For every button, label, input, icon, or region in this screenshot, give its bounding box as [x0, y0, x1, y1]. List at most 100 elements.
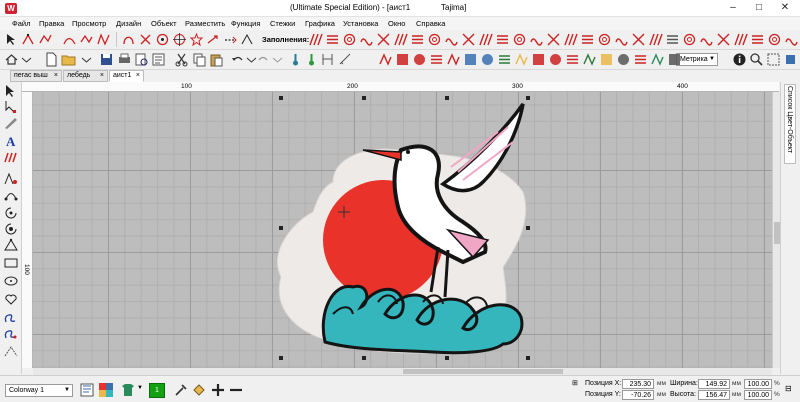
star-fill-icon[interactable] [631, 32, 646, 47]
stitch-angles-icon[interactable] [3, 344, 19, 358]
zoom-icon[interactable] [749, 52, 764, 67]
colorway-edit-icon[interactable] [79, 382, 95, 398]
trim-icon-icon[interactable] [599, 52, 614, 67]
polyline-icon[interactable] [96, 32, 111, 47]
rectangle-icon[interactable] [3, 256, 19, 270]
menu-window[interactable]: Окно [388, 17, 405, 30]
stitch-style-a-icon[interactable] [378, 52, 393, 67]
stipple-fill-icon[interactable] [461, 32, 476, 47]
fancy-fill-icon[interactable] [512, 32, 527, 47]
ring-fill-icon[interactable] [648, 32, 663, 47]
appliqué-icon[interactable] [514, 52, 529, 67]
scale-height-field[interactable]: 100.00 [744, 390, 772, 400]
fit-view-icon[interactable] [783, 52, 798, 67]
thread-chart-icon[interactable] [120, 382, 136, 398]
select-arrow-icon[interactable] [3, 84, 19, 98]
close-icon[interactable]: ✕ [772, 0, 798, 16]
target-icon[interactable] [172, 32, 187, 47]
current-color-swatch[interactable]: 1 [149, 383, 165, 398]
height-field[interactable]: 156.47 [698, 390, 730, 400]
stitch-style-c-icon[interactable] [412, 52, 427, 67]
run-fill-icon[interactable] [750, 32, 765, 47]
open-folder-icon[interactable] [61, 52, 76, 67]
wave-fill-icon[interactable] [410, 32, 425, 47]
photo-stitch-icon[interactable] [633, 52, 648, 67]
width-field[interactable]: 149.92 [698, 379, 730, 389]
menu-arrange[interactable]: Разместить [185, 17, 225, 30]
jagged-fill-icon[interactable] [546, 32, 561, 47]
menu-help[interactable]: Справка [416, 17, 445, 30]
undo-icon[interactable] [230, 52, 245, 67]
thread-dropdown-icon[interactable]: ▼ [137, 385, 143, 391]
text-lettering-icon[interactable]: A [3, 134, 19, 148]
petal-fill-icon[interactable] [716, 32, 731, 47]
puff-icon-icon[interactable] [531, 52, 546, 67]
pointer-icon[interactable] [4, 32, 19, 47]
program-fill-icon[interactable] [342, 32, 357, 47]
stitch-style-e-icon[interactable] [446, 52, 461, 67]
redo-icon[interactable] [256, 52, 271, 67]
scale-width-field[interactable]: 100.00 [744, 379, 772, 389]
input-c-icon[interactable] [3, 206, 19, 220]
tab-lebed[interactable]: лебедь × [63, 70, 108, 82]
column-icon[interactable] [138, 32, 153, 47]
radial-fill-icon[interactable] [359, 32, 374, 47]
save-icon[interactable] [99, 52, 114, 67]
polygon-icon[interactable] [3, 238, 19, 252]
stitch-player-icon[interactable] [288, 52, 303, 67]
ripple-fill-icon[interactable] [784, 32, 799, 47]
tab-pegas[interactable]: пегас выш × [10, 70, 62, 82]
color-object-list-tab[interactable]: Список Цвет-Объект [784, 84, 796, 164]
paste-icon[interactable] [209, 52, 224, 67]
complex-fill-icon[interactable] [3, 222, 19, 236]
curve-tool-icon[interactable] [62, 32, 77, 47]
menu-view[interactable]: Просмотр [72, 17, 106, 30]
zoom-box-icon[interactable] [766, 52, 781, 67]
frame-out-icon[interactable] [650, 52, 665, 67]
stitch-style-d-icon[interactable] [429, 52, 444, 67]
input-b-icon[interactable] [3, 188, 19, 202]
hoop-icon[interactable] [320, 52, 335, 67]
fill-bucket-icon[interactable] [191, 382, 207, 398]
horizontal-scroll-thumb[interactable] [403, 369, 563, 374]
chenille-icon[interactable] [548, 52, 563, 67]
tab-aist1[interactable]: аист1 × [109, 70, 144, 82]
color-blend-icon[interactable] [667, 52, 682, 67]
crescent-fill-icon[interactable] [563, 32, 578, 47]
proportional-lock-icon[interactable]: ⊟ [785, 384, 795, 396]
cross-stitch-fill-icon[interactable] [733, 32, 748, 47]
stitch-style-b-icon[interactable] [395, 52, 410, 67]
chain-fill-icon[interactable] [597, 32, 612, 47]
monogram-icon[interactable] [3, 150, 19, 164]
print-preview-icon[interactable] [134, 52, 149, 67]
colorway-select[interactable]: Colorway 1 ▼ [5, 384, 73, 397]
heart-shape-icon[interactable] [3, 292, 19, 306]
info-icon[interactable] [732, 52, 747, 67]
properties-icon[interactable] [151, 52, 166, 67]
shape-icon[interactable] [38, 32, 53, 47]
shirt-icon-icon[interactable] [582, 52, 597, 67]
backtrack-icon[interactable] [3, 326, 19, 340]
menu-stitches[interactable]: Стежки [270, 17, 295, 30]
copy-icon[interactable] [192, 52, 207, 67]
add-color-icon[interactable] [210, 382, 226, 398]
align-icon-a-icon[interactable] [463, 52, 478, 67]
home-dropdown-icon[interactable] [19, 52, 34, 67]
motif-run-icon[interactable] [3, 310, 19, 324]
bezier-icon[interactable] [121, 32, 136, 47]
menu-file[interactable]: Файл [12, 17, 30, 30]
block-fill-icon[interactable] [665, 32, 680, 47]
eyedropper-icon[interactable] [173, 382, 189, 398]
input-a-icon[interactable] [3, 172, 19, 186]
zigzag-fill-icon[interactable] [478, 32, 493, 47]
maximize-icon[interactable]: □ [746, 0, 772, 16]
color-palette-icon[interactable] [98, 382, 114, 398]
align-icon-b-icon[interactable] [480, 52, 495, 67]
manual-stitch-icon[interactable] [240, 32, 255, 47]
ellipse-icon[interactable] [3, 274, 19, 288]
measure-icon[interactable] [338, 52, 353, 67]
circle-tool-icon[interactable] [155, 32, 170, 47]
menu-setup[interactable]: Установка [343, 17, 378, 30]
embroidery-design[interactable] [33, 92, 772, 368]
spiral-fill-icon[interactable] [376, 32, 391, 47]
